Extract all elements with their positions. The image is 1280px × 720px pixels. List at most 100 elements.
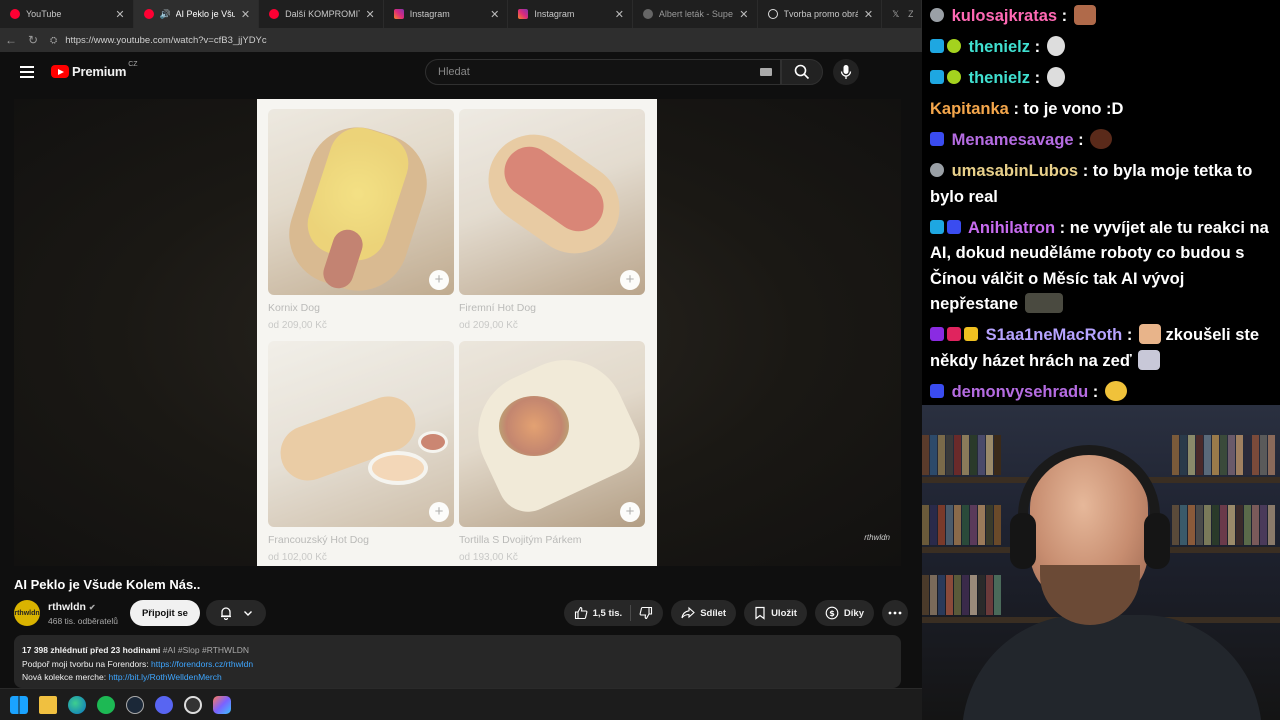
headset-icon [1018, 445, 1160, 565]
url-field[interactable]: ⛭ https://www.youtube.com/watch?v=cfB3_j… [50, 31, 922, 49]
discord-icon[interactable] [155, 695, 173, 714]
browser-tab[interactable]: Další KOMPROMITUJÍCÍ ✕ [259, 0, 384, 28]
chat-message: Anihilatron : ne vyvíjet ale tu reakci n… [930, 218, 1269, 313]
close-icon[interactable]: ✕ [615, 8, 624, 21]
bookshelf [1172, 505, 1276, 545]
save-button[interactable]: Uložit [744, 600, 807, 626]
spotify-icon[interactable] [97, 695, 115, 714]
tab-title: Instagram [409, 9, 450, 19]
video-player[interactable]: + Kornix Dog od 209,00 Kč + Firemní Hot … [14, 99, 901, 566]
badge-icon [930, 39, 944, 53]
site-info-icon[interactable]: ⛭ [50, 35, 57, 46]
crown-badge-icon [964, 327, 978, 341]
emote-icon [1104, 380, 1127, 401]
badge-icon [930, 383, 944, 398]
chat-message: kulosajkratas : [930, 4, 1272, 30]
webcam-feed [922, 405, 1280, 720]
thanks-label: Díky [843, 607, 864, 619]
badge-icon [930, 70, 944, 84]
speaker-icon[interactable]: 🔊 [160, 9, 172, 19]
channel-avatar[interactable]: rthwldn [14, 600, 40, 626]
browser-tab-active[interactable]: 🔊 AI Peklo je Všude Ko ✕ [133, 0, 260, 28]
search-input[interactable]: Hledat [425, 59, 781, 85]
close-icon[interactable]: ✕ [115, 8, 124, 21]
chat-username[interactable]: umasabinLubos [952, 162, 1079, 180]
browser-tab[interactable]: YouTube ✕ [0, 0, 134, 28]
close-icon[interactable]: ✕ [366, 8, 375, 21]
copilot-icon[interactable] [213, 695, 231, 714]
badge-icon [947, 219, 961, 234]
chat-username[interactable]: Menamesavage [952, 131, 1074, 149]
browser-tab[interactable]: 𝕏 Zdeň [882, 0, 922, 28]
share-icon [681, 606, 696, 619]
file-explorer-icon[interactable] [39, 695, 57, 714]
chat-username[interactable]: Kapitanka [930, 100, 1009, 118]
browser-tab[interactable]: Tvorba promo obrázku ✕ [758, 0, 883, 28]
obs-icon[interactable] [184, 695, 202, 714]
browser-tab[interactable]: Instagram ✕ [508, 0, 633, 28]
chat-message: umasabinLubos : to byla moje tetka to by… [930, 162, 1253, 206]
badge-icon [930, 163, 944, 177]
merch-link[interactable]: http://bit.ly/RothWelldenMerch [108, 672, 221, 682]
badge-icon [947, 327, 961, 341]
bell-icon [220, 607, 231, 620]
like-icon[interactable] [574, 606, 588, 620]
tab-title: Zdeň [908, 9, 913, 19]
country-code: CZ [128, 61, 138, 68]
browser-tab[interactable]: Albert leták - Supermarke ✕ [633, 0, 758, 28]
close-icon[interactable]: ✕ [241, 8, 250, 21]
edge-icon[interactable] [68, 695, 86, 714]
forendors-link[interactable]: https://forendors.cz/rthwldn [151, 659, 253, 669]
chat-message: demonvysehradu : [930, 380, 1272, 406]
chat-username[interactable]: thenielz [969, 69, 1030, 87]
chat-username[interactable]: Anihilatron [968, 219, 1055, 237]
notification-button[interactable] [205, 600, 266, 626]
screen: YouTube ✕ 🔊 AI Peklo je Všude Ko ✕ Další… [0, 0, 1280, 720]
description-box[interactable]: 17 398 zhlédnutí před 23 hodinami #AI #S… [14, 635, 901, 688]
steam-icon[interactable] [126, 695, 144, 714]
masthead: Premium CZ Hledat [0, 52, 922, 92]
share-button[interactable]: Sdílet [671, 600, 737, 626]
keyboard-icon[interactable] [760, 68, 772, 76]
instagram-icon [393, 9, 404, 19]
youtube-logo[interactable]: Premium CZ [51, 61, 138, 79]
emote-icon [1073, 5, 1096, 25]
menu-icon[interactable] [20, 66, 34, 78]
tab-title: YouTube [26, 9, 62, 19]
reload-icon[interactable]: ↻ [22, 33, 44, 47]
emote-icon [1024, 293, 1063, 313]
dislike-icon[interactable] [639, 606, 653, 620]
thanks-button[interactable]: $ Díky [814, 600, 874, 626]
search-button[interactable] [781, 59, 823, 85]
close-icon[interactable]: ✕ [490, 8, 499, 21]
video-frame-menu: + Kornix Dog od 209,00 Kč + Firemní Hot … [257, 99, 657, 566]
close-icon[interactable]: ✕ [739, 8, 748, 21]
chat-username[interactable]: thenielz [969, 38, 1030, 56]
channel-watermark[interactable]: rthwldn [864, 533, 890, 542]
channel-name[interactable]: rthwldn [48, 601, 86, 613]
chat-username[interactable]: kulosajkratas [952, 7, 1057, 25]
close-icon[interactable]: ✕ [864, 8, 873, 21]
emote-icon [1046, 67, 1065, 87]
emote-icon [1138, 349, 1161, 370]
youtube-icon [143, 9, 154, 19]
divider [630, 605, 632, 621]
instagram-icon [518, 9, 529, 19]
more-actions-button[interactable] [882, 600, 908, 626]
chat-username[interactable]: demonvysehradu [952, 383, 1089, 401]
address-bar: ← ↻ ⛭ https://www.youtube.com/watch?v=cf… [0, 28, 922, 52]
voice-search-button[interactable] [833, 59, 859, 85]
description-meta: 17 398 zhlédnutí před 23 hodinami #AI #S… [22, 644, 893, 658]
like-count[interactable]: 1,5 tis. [593, 608, 623, 619]
streamer-body [962, 615, 1262, 720]
chat-message: Menamesavage : [930, 128, 1272, 154]
verified-icon: ✔ [88, 602, 96, 612]
badge-icon [930, 219, 944, 234]
channel-name-row[interactable]: rthwldn ✔ [48, 601, 118, 613]
join-button[interactable]: Připojit se [129, 600, 200, 626]
hashtags[interactable]: #AI #Slop #RTHWLDN [163, 645, 249, 655]
chat-username[interactable]: S1aa1neMacRoth [986, 326, 1123, 344]
windows-start-icon[interactable] [10, 695, 28, 714]
browser-tab[interactable]: Instagram ✕ [384, 0, 509, 28]
back-icon[interactable]: ← [0, 33, 22, 47]
